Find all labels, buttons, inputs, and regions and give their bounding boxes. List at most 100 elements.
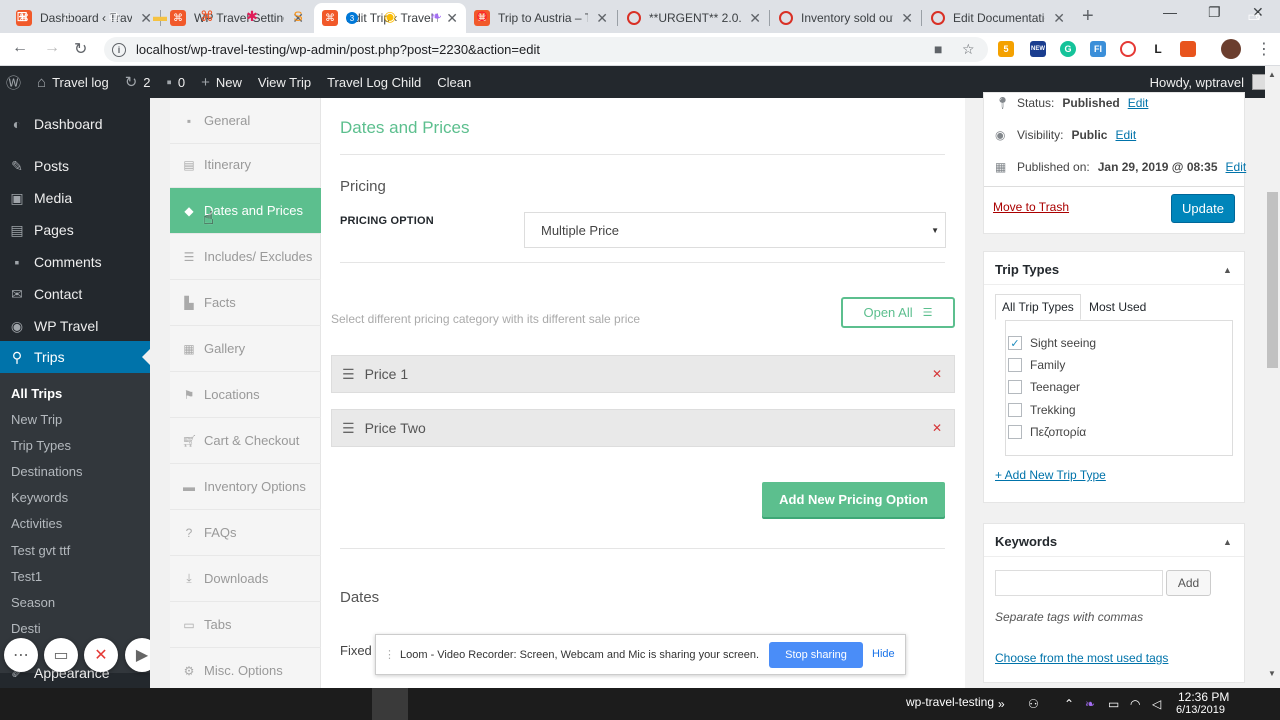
loom-extension-icon[interactable] (1120, 41, 1136, 57)
menu-dashboard[interactable]: ◐ Dashboard (0, 108, 150, 140)
submenu-keywords[interactable]: Keywords (11, 490, 68, 505)
tab-locations[interactable]: ⚑ Locations (170, 372, 321, 418)
loom-cancel-icon[interactable]: ✕ (84, 638, 118, 672)
choose-most-used-tags-link[interactable]: Choose from the most used tags (995, 651, 1168, 665)
add-tag-button[interactable]: Add (1166, 570, 1211, 596)
grammarly-icon[interactable]: G (1060, 41, 1076, 57)
update-button[interactable]: Update (1171, 194, 1235, 223)
submenu-season[interactable]: Season (11, 595, 55, 610)
back-icon[interactable]: ← (12, 39, 28, 57)
tab-tabs[interactable]: ▭ Tabs (170, 602, 321, 648)
page-scrollbar[interactable] (1265, 66, 1280, 688)
menu-pages[interactable]: ▤ Pages (0, 214, 150, 246)
view-trip-link[interactable]: View Trip (250, 66, 319, 98)
scroll-up-icon[interactable]: ▲ (1268, 70, 1276, 79)
scroll-thumb[interactable] (1267, 192, 1278, 368)
reload-icon[interactable]: ↻ (74, 39, 87, 59)
trip-type-option[interactable]: Trekking (1008, 403, 1076, 417)
profile-avatar[interactable] (1221, 39, 1241, 59)
collapse-toggle-icon[interactable]: ▲ (1223, 537, 1232, 547)
checkbox[interactable] (1008, 358, 1022, 372)
submenu-test1[interactable]: Test1 (11, 569, 42, 584)
loom-more-icon[interactable]: ⋯ (4, 638, 38, 672)
scroll-down-icon[interactable]: ▼ (1268, 669, 1276, 678)
tab-faqs[interactable]: ? FAQs (170, 510, 321, 556)
submenu-new-trip[interactable]: New Trip (11, 412, 62, 427)
address-bar[interactable]: i localhost/wp-travel-testing/wp-admin/p… (104, 37, 988, 62)
edit-status-link[interactable]: Edit (1128, 96, 1149, 110)
tab-inventory-options[interactable]: ▬ Inventory Options (170, 464, 321, 510)
chrome-icon[interactable]: ◉ (378, 4, 402, 28)
site-info-icon[interactable]: i (112, 42, 126, 57)
clock-date[interactable]: 6/13/2019 (1176, 704, 1225, 716)
l-extension-icon[interactable]: L (1150, 41, 1166, 57)
checkbox-checked[interactable]: ✓ (1008, 336, 1022, 350)
restore-icon[interactable]: ❐ (1208, 4, 1221, 21)
menu-trips[interactable]: ⚲ Trips (0, 341, 150, 373)
remove-price-icon[interactable]: ✕ (932, 367, 942, 381)
edit-visibility-link[interactable]: Edit (1115, 128, 1136, 142)
tab-downloads[interactable]: ⤓ Downloads (170, 556, 321, 602)
price-row[interactable]: ☰ Price 1 ✕ (331, 355, 955, 393)
remove-price-icon[interactable]: ✕ (932, 421, 942, 435)
submenu-destinations[interactable]: Destinations (11, 464, 83, 479)
tab-cart-checkout[interactable]: 🛒︎ Cart & Checkout (170, 418, 321, 464)
open-all-button[interactable]: Open All ☰ (841, 297, 955, 328)
bookmark-star-icon[interactable]: ☆ (962, 41, 975, 58)
new-content-link[interactable]: + New (193, 66, 250, 98)
submenu-trip-types[interactable]: Trip Types (11, 438, 71, 453)
menu-posts[interactable]: ✎ Posts (0, 150, 150, 182)
opera-icon[interactable]: O (470, 4, 494, 28)
tab-most-used[interactable]: Most Used (1083, 294, 1152, 320)
checkbox[interactable] (1008, 403, 1022, 417)
submenu-desti[interactable]: Desti (11, 621, 41, 636)
collapse-toggle-icon[interactable]: ▲ (1223, 265, 1232, 275)
drag-handle-icon[interactable]: ☰ (342, 420, 355, 437)
trip-type-option[interactable]: ✓ Sight seeing (1008, 336, 1096, 350)
menu-comments[interactable]: ▪ Comments (0, 246, 150, 278)
loom-camera-icon[interactable]: ▭ (44, 638, 78, 672)
forward-icon[interactable]: → (44, 39, 60, 57)
close-tab-icon[interactable]: ✕ (446, 10, 458, 27)
fi-extension-icon[interactable]: FI (1090, 41, 1106, 57)
clean-link[interactable]: Clean (429, 66, 479, 98)
menu-wp-travel[interactable]: ◉ WP Travel (0, 310, 150, 342)
volume-icon[interactable]: ◁ (1152, 697, 1161, 711)
browser-tab[interactable]: Inventory sold out ✕ (771, 3, 921, 33)
menu-contact[interactable]: ✉ Contact (0, 278, 150, 310)
price-row[interactable]: ☰ Price Two ✕ (331, 409, 955, 447)
site-name-link[interactable]: ⌂ Travel log (29, 66, 117, 98)
tab-itinerary[interactable]: ▤ Itinerary (170, 142, 321, 188)
close-tab-icon[interactable]: ✕ (901, 10, 913, 27)
browser-tab[interactable]: **URGENT** 2.0.4 ✕ (619, 3, 769, 33)
hide-banner-link[interactable]: Hide (872, 648, 895, 660)
add-new-pricing-option-button[interactable]: Add New Pricing Option (762, 482, 945, 517)
theme-child-link[interactable]: Travel Log Child (319, 66, 429, 98)
tray-pen-icon[interactable]: ❧ (1085, 697, 1095, 711)
tray-expand-icon[interactable]: ⌃ (1064, 697, 1074, 711)
new-tab-icon[interactable]: + (1082, 5, 1094, 28)
add-new-trip-type-link[interactable]: + Add New Trip Type (995, 468, 1106, 482)
checkbox[interactable] (1008, 380, 1022, 394)
windows-start-icon[interactable]: ⊞ (10, 4, 34, 28)
trip-type-option[interactable]: Teenager (1008, 380, 1080, 394)
tab-general[interactable]: ▪ General (170, 98, 321, 144)
wifi-icon[interactable]: ◠ (1130, 697, 1140, 711)
submenu-activities[interactable]: Activities (11, 516, 62, 531)
office-extension-icon[interactable] (1180, 41, 1196, 57)
menu-dots-icon[interactable]: ⋮ (1256, 39, 1272, 59)
file-explorer-icon[interactable]: ▬ (148, 4, 172, 28)
wp-logo[interactable]: Ⓦ (0, 66, 29, 98)
updates-link[interactable]: ↻ 2 (117, 66, 159, 98)
camera-blocked-icon[interactable]: ■ (934, 41, 942, 57)
minimize-icon[interactable]: — (1163, 4, 1177, 20)
rss-extension-icon[interactable]: 5 (998, 41, 1014, 57)
new-tag-input[interactable] (995, 570, 1163, 596)
tab-facts[interactable]: ▙ Facts (170, 280, 321, 326)
close-tab-icon[interactable]: ✕ (596, 10, 608, 27)
close-tab-icon[interactable]: ✕ (749, 10, 761, 27)
trip-type-option[interactable]: Family (1008, 358, 1065, 372)
people-icon[interactable]: ⚇ (1028, 697, 1039, 711)
tab-dates-and-prices[interactable]: ◆ Dates and Prices (170, 188, 321, 234)
clock-time[interactable]: 12:36 PM (1178, 690, 1229, 704)
